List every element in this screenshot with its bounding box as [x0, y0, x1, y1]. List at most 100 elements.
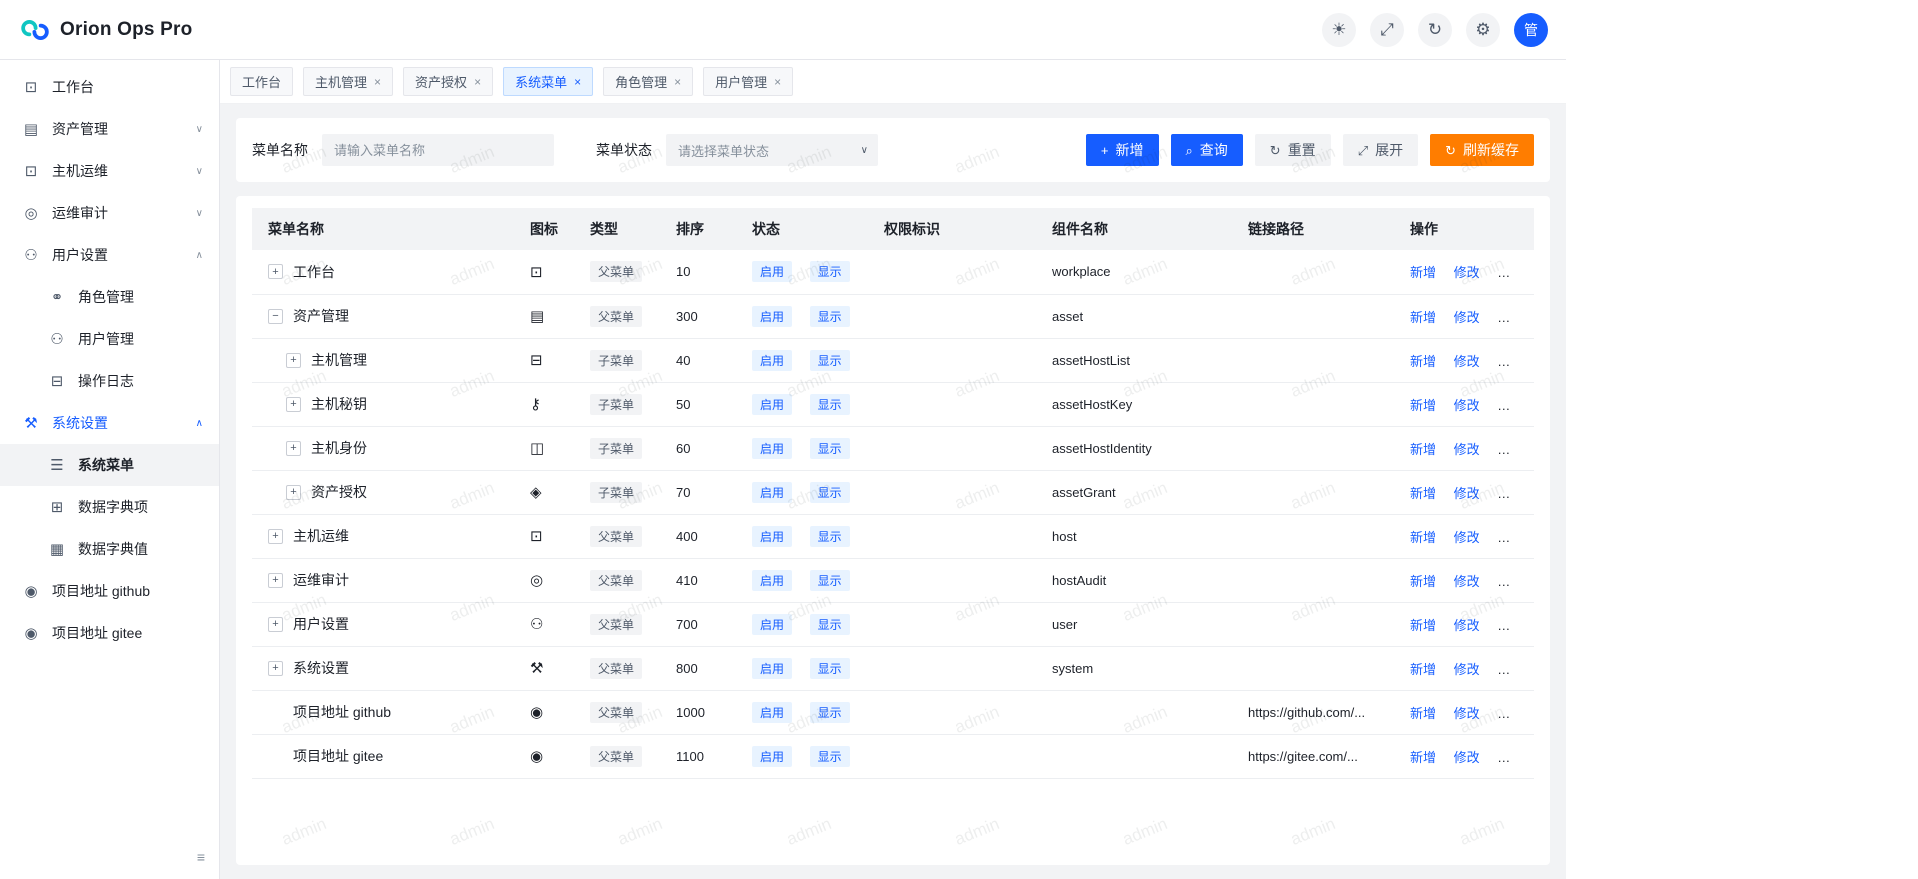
row-delete-link[interactable]: 删除: [1497, 354, 1523, 369]
refresh-cache-button[interactable]: ↻ 刷新缓存: [1430, 134, 1534, 166]
component-name: system: [1052, 661, 1093, 676]
row-edit-link[interactable]: 修改: [1454, 486, 1480, 501]
row-expander-icon[interactable]: +: [286, 485, 301, 500]
content-area: adminadminadminadminadminadminadminadmin…: [220, 104, 1566, 879]
visibility-badge: 显示: [810, 350, 850, 371]
avatar[interactable]: 管: [1514, 13, 1548, 47]
menu-name-input[interactable]: [322, 134, 554, 166]
reset-button[interactable]: ↻ 重置: [1255, 134, 1331, 166]
tab[interactable]: 资产授权 ×: [403, 67, 493, 96]
menu-order: 40: [676, 353, 690, 368]
row-edit-link[interactable]: 修改: [1454, 618, 1480, 633]
header-icon[interactable]: ⤢: [1370, 13, 1404, 47]
row-edit-link[interactable]: 修改: [1454, 706, 1480, 721]
row-delete-link[interactable]: 删除: [1497, 574, 1523, 589]
row-add-link[interactable]: 新增: [1410, 750, 1436, 765]
header-icon[interactable]: ↻: [1418, 13, 1452, 47]
sidebar-item-label: 系统设置: [52, 413, 184, 433]
row-expander-icon[interactable]: +: [268, 264, 283, 279]
row-edit-link[interactable]: 修改: [1454, 750, 1480, 765]
row-delete-link[interactable]: 删除: [1497, 486, 1523, 501]
row-edit-link[interactable]: 修改: [1454, 354, 1480, 369]
sidebar-item[interactable]: ⊡ 工作台: [0, 66, 219, 108]
row-add-link[interactable]: 新增: [1410, 265, 1436, 280]
tab[interactable]: 角色管理 ×: [603, 67, 693, 96]
sidebar-item[interactable]: ⊡ 主机运维 ∨: [0, 150, 219, 192]
row-add-link[interactable]: 新增: [1410, 310, 1436, 325]
row-edit-link[interactable]: 修改: [1454, 398, 1480, 413]
sidebar-item[interactable]: ⊟ 操作日志: [0, 360, 219, 402]
row-delete-link[interactable]: 删除: [1497, 398, 1523, 413]
row-delete-link[interactable]: 删除: [1497, 618, 1523, 633]
row-edit-link[interactable]: 修改: [1454, 662, 1480, 677]
row-add-link[interactable]: 新增: [1410, 618, 1436, 633]
search-button[interactable]: ⌕ 查询: [1171, 134, 1243, 166]
menu-type-badge: 子菜单: [590, 394, 642, 415]
sidebar-item[interactable]: ⊞ 数据字典项: [0, 486, 219, 528]
sidebar-item[interactable]: ☰ 系统菜单: [0, 444, 219, 486]
row-add-link[interactable]: 新增: [1410, 442, 1436, 457]
sidebar-item[interactable]: ⚇ 用户管理: [0, 318, 219, 360]
row-delete-link[interactable]: 删除: [1497, 442, 1523, 457]
table-row: 项目地址 github ◉ 父菜单 1000 启用 显示: [252, 690, 1534, 734]
tab-close-icon[interactable]: ×: [774, 76, 781, 88]
row-edit-link[interactable]: 修改: [1454, 530, 1480, 545]
row-expander-icon[interactable]: +: [268, 573, 283, 588]
row-add-link[interactable]: 新增: [1410, 486, 1436, 501]
sidebar-item[interactable]: ⚭ 角色管理: [0, 276, 219, 318]
row-delete-link[interactable]: 删除: [1497, 750, 1523, 765]
row-edit-link[interactable]: 修改: [1454, 442, 1480, 457]
sidebar-item[interactable]: ◉ 项目地址 gitee: [0, 612, 219, 654]
row-add-link[interactable]: 新增: [1410, 662, 1436, 677]
sidebar-item[interactable]: ▦ 数据字典值: [0, 528, 219, 570]
row-delete-link[interactable]: 删除: [1497, 662, 1523, 677]
component-name: hostAudit: [1052, 573, 1106, 588]
row-expander-icon[interactable]: +: [286, 397, 301, 412]
add-button[interactable]: + 新增: [1086, 134, 1159, 166]
sidebar-item-icon: ⚭: [48, 288, 66, 306]
sidebar-item[interactable]: ▤ 资产管理 ∨: [0, 108, 219, 150]
row-edit-link[interactable]: 修改: [1454, 265, 1480, 280]
row-expander-icon[interactable]: +: [268, 617, 283, 632]
tab-close-icon[interactable]: ×: [374, 76, 381, 88]
row-add-link[interactable]: 新增: [1410, 398, 1436, 413]
row-expander-icon[interactable]: +: [286, 441, 301, 456]
tab[interactable]: 系统菜单 ×: [503, 67, 593, 96]
sidebar-item[interactable]: ⚇ 用户设置 ∧: [0, 234, 219, 276]
row-add-link[interactable]: 新增: [1410, 706, 1436, 721]
menu-type-badge: 子菜单: [590, 482, 642, 503]
header-icon[interactable]: ☀: [1322, 13, 1356, 47]
row-expander-icon[interactable]: +: [268, 529, 283, 544]
row-add-link[interactable]: 新增: [1410, 530, 1436, 545]
sidebar-collapse-icon[interactable]: ≡: [197, 849, 205, 865]
tab[interactable]: 用户管理 ×: [703, 67, 793, 96]
menu-status-select[interactable]: 请选择菜单状态 ∨: [666, 134, 878, 166]
row-delete-link[interactable]: 删除: [1497, 310, 1523, 325]
search-button-label: 查询: [1200, 140, 1228, 160]
tab-close-icon[interactable]: ×: [474, 76, 481, 88]
tab-label: 主机管理: [315, 72, 367, 91]
expand-button[interactable]: ⤢ 展开: [1343, 134, 1418, 166]
row-expander-icon[interactable]: +: [286, 353, 301, 368]
visibility-badge: 显示: [810, 570, 850, 591]
header-icon[interactable]: ⚙: [1466, 13, 1500, 47]
sidebar-item[interactable]: ◎ 运维审计 ∨: [0, 192, 219, 234]
row-delete-link[interactable]: 删除: [1497, 530, 1523, 545]
row-delete-link[interactable]: 删除: [1497, 706, 1523, 721]
row-delete-link[interactable]: 删除: [1497, 265, 1523, 280]
tab-close-icon[interactable]: ×: [674, 76, 681, 88]
tab[interactable]: 主机管理 ×: [303, 67, 393, 96]
row-expander-icon[interactable]: −: [268, 309, 283, 324]
sidebar-item[interactable]: ◉ 项目地址 github: [0, 570, 219, 612]
row-edit-link[interactable]: 修改: [1454, 310, 1480, 325]
table-row: + 主机身份 ◫ 子菜单 60 启用 显示: [252, 426, 1534, 470]
tab[interactable]: 工作台 ×: [230, 67, 293, 96]
menu-name: 工作台: [293, 262, 335, 282]
row-add-link[interactable]: 新增: [1410, 354, 1436, 369]
sidebar-item[interactable]: ⚒ 系统设置 ∧: [0, 402, 219, 444]
row-edit-link[interactable]: 修改: [1454, 574, 1480, 589]
row-expander-icon[interactable]: +: [268, 661, 283, 676]
row-add-link[interactable]: 新增: [1410, 574, 1436, 589]
select-placeholder: 请选择菜单状态: [678, 141, 769, 160]
tab-close-icon[interactable]: ×: [574, 76, 581, 88]
